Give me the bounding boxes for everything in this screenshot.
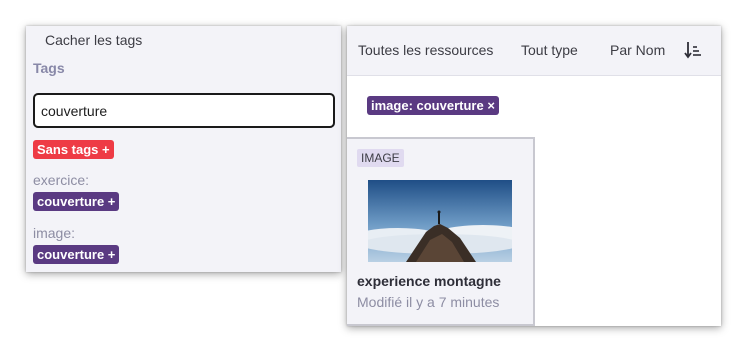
resource-card[interactable]: IMAGE experience montagne Modifié il y a… bbox=[347, 137, 535, 326]
tag-exercice-couverture[interactable]: couverture + bbox=[33, 192, 120, 211]
resource-modified: Modifié il y a 7 minutes bbox=[357, 294, 500, 310]
tag-category-image: image: bbox=[33, 225, 76, 241]
hide-tags-link[interactable]: Cacher les tags bbox=[45, 32, 142, 48]
resource-title[interactable]: experience montagne bbox=[357, 273, 501, 289]
tag-image-couverture[interactable]: couverture + bbox=[33, 245, 120, 264]
resource-type-badge: IMAGE bbox=[357, 149, 404, 167]
resource-thumbnail[interactable] bbox=[368, 180, 512, 262]
all-resources-filter[interactable]: Toutes les ressources bbox=[358, 42, 493, 58]
resources-toolbar: Toutes les ressources Tout type Par Nom bbox=[347, 26, 721, 76]
resources-panel: Toutes les ressources Tout type Par Nom … bbox=[347, 26, 721, 326]
active-tag-filter[interactable]: image: couverture × bbox=[367, 96, 499, 115]
tags-heading: Tags bbox=[33, 60, 65, 76]
no-tags-button[interactable]: Sans tags + bbox=[33, 140, 114, 159]
type-filter[interactable]: Tout type bbox=[521, 42, 578, 58]
sort-ascending-icon[interactable] bbox=[683, 40, 703, 60]
sort-selector[interactable]: Par Nom bbox=[610, 42, 665, 58]
tag-search-input[interactable] bbox=[33, 93, 335, 128]
tags-panel: Cacher les tags Tags Sans tags + exercic… bbox=[26, 26, 341, 272]
tag-category-exercice: exercice: bbox=[33, 172, 90, 188]
